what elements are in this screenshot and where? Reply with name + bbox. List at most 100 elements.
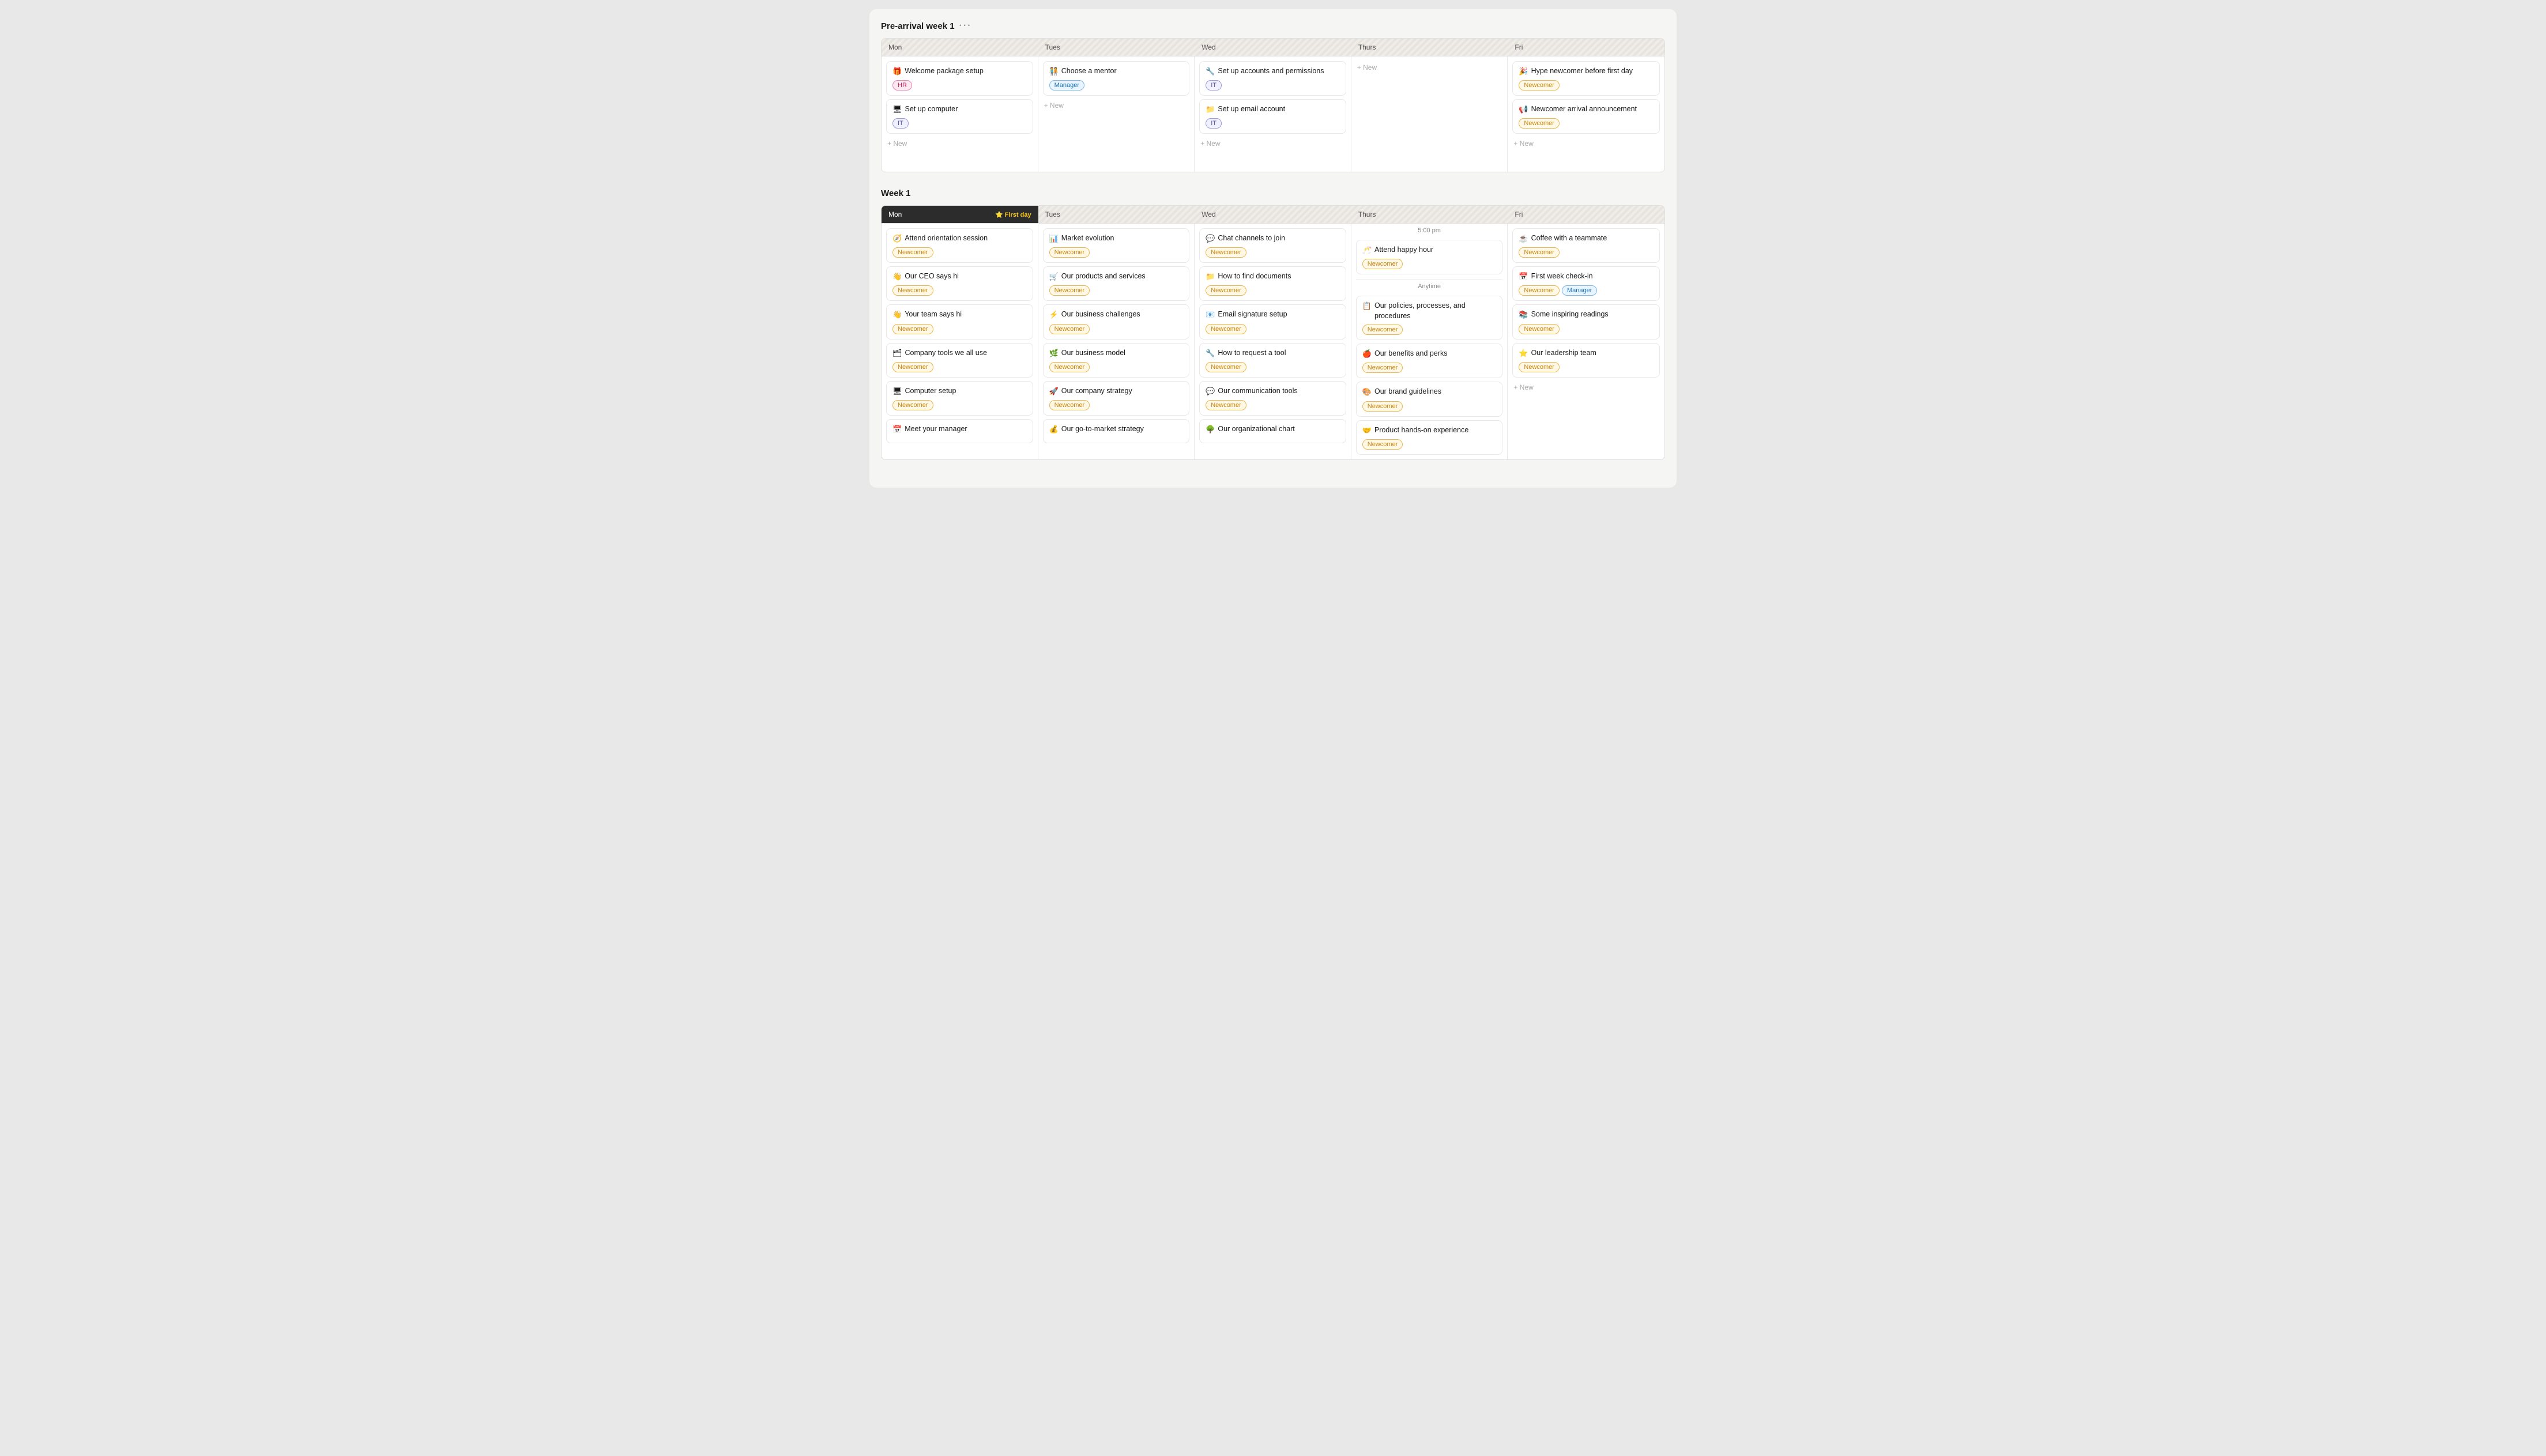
welcome-tags: HR	[892, 80, 1027, 90]
tag-manager[interactable]: Manager	[1049, 80, 1084, 90]
tag-newcomer[interactable]: Newcomer	[1049, 362, 1090, 372]
time-500pm: 5:00 pm	[1356, 224, 1503, 236]
tag-hr[interactable]: HR	[892, 80, 912, 90]
tag-newcomer[interactable]: Newcomer	[892, 285, 933, 296]
tag-newcomer[interactable]: Newcomer	[892, 247, 933, 258]
card-email-signature[interactable]: 📧 Email signature setup Newcomer	[1199, 304, 1346, 339]
tag-newcomer[interactable]: Newcomer	[1362, 401, 1403, 412]
card-hype-newcomer[interactable]: 🎉 Hype newcomer before first day Newcome…	[1512, 61, 1660, 96]
pre-arrival-thurs-new[interactable]: + New	[1356, 61, 1503, 74]
card-coffee-teammate[interactable]: ☕ Coffee with a teammate Newcomer	[1512, 228, 1660, 263]
products-services-title: Our products and services	[1061, 271, 1146, 282]
card-market-evolution[interactable]: 📊 Market evolution Newcomer	[1043, 228, 1190, 263]
tag-newcomer[interactable]: Newcomer	[892, 324, 933, 334]
choose-mentor-title: Choose a mentor	[1061, 66, 1117, 77]
card-business-challenges[interactable]: ⚡ Our business challenges Newcomer	[1043, 304, 1190, 339]
card-products-services[interactable]: 🛒 Our products and services Newcomer	[1043, 266, 1190, 301]
tag-newcomer[interactable]: Newcomer	[1362, 363, 1403, 373]
tag-newcomer[interactable]: Newcomer	[1049, 324, 1090, 334]
week1-section-title: Week 1	[881, 188, 1665, 198]
week1-fri-col: ☕ Coffee with a teammate Newcomer 📅 Firs…	[1508, 224, 1664, 459]
week1-title: Week 1	[881, 188, 910, 198]
tag-newcomer[interactable]: Newcomer	[1519, 362, 1560, 372]
tag-newcomer[interactable]: Newcomer	[1206, 324, 1246, 334]
tag-newcomer[interactable]: Newcomer	[1206, 362, 1246, 372]
product-hands-on-title: Product hands-on experience	[1374, 425, 1468, 436]
pre-arrival-tues-header: Tues	[1038, 39, 1195, 56]
pre-arrival-dots[interactable]: ···	[959, 21, 972, 31]
card-attend-orientation[interactable]: 🧭 Attend orientation session Newcomer	[886, 228, 1033, 263]
tag-newcomer[interactable]: Newcomer	[1049, 400, 1090, 410]
card-inspiring-readings[interactable]: 📚 Some inspiring readings Newcomer	[1512, 304, 1660, 339]
card-chat-channels[interactable]: 💬 Chat channels to join Newcomer	[1199, 228, 1346, 263]
card-company-strategy[interactable]: 🚀 Our company strategy Newcomer	[1043, 381, 1190, 416]
setup-computer-tags: IT	[892, 118, 1027, 129]
card-setup-accounts[interactable]: 🔧 Set up accounts and permissions IT	[1199, 61, 1346, 96]
pre-arrival-mon-new[interactable]: + New	[886, 137, 1033, 150]
card-company-tools[interactable]: 🗂 Company tools we all use Newcomer	[886, 343, 1033, 378]
tag-newcomer-arrival[interactable]: Newcomer	[1519, 118, 1560, 129]
tag-newcomer[interactable]: Newcomer	[892, 362, 933, 372]
card-first-week-checkin[interactable]: 📅 First week check-in Newcomer Manager	[1512, 266, 1660, 301]
tag-manager[interactable]: Manager	[1562, 285, 1597, 296]
tag-newcomer[interactable]: Newcomer	[1519, 285, 1560, 296]
card-go-to-market[interactable]: 💰 Our go-to-market strategy	[1043, 419, 1190, 443]
card-arrival-announcement[interactable]: 📢 Newcomer arrival announcement Newcomer	[1512, 99, 1660, 134]
card-product-hands-on[interactable]: 🤝 Product hands-on experience Newcomer	[1356, 420, 1503, 455]
setup-accounts-tags: IT	[1206, 80, 1340, 90]
pre-arrival-tues-new[interactable]: + New	[1043, 99, 1190, 112]
week1-fri-new[interactable]: + New	[1512, 381, 1660, 394]
tag-newcomer[interactable]: Newcomer	[1206, 247, 1246, 258]
happy-hour-title: Attend happy hour	[1374, 245, 1433, 255]
tag-newcomer[interactable]: Newcomer	[1049, 285, 1090, 296]
week1-thurs-col: 5:00 pm 🥂 Attend happy hour Newcomer Any…	[1351, 224, 1508, 459]
pre-arrival-fri-header: Fri	[1508, 39, 1664, 56]
card-setup-email[interactable]: 📁 Set up email account IT	[1199, 99, 1346, 134]
card-computer-setup[interactable]: 🖥 Computer setup Newcomer	[886, 381, 1033, 416]
arrival-announcement-title: Newcomer arrival announcement	[1531, 104, 1637, 115]
card-choose-mentor[interactable]: 🧑‍🤝‍🧑 Choose a mentor Manager	[1043, 61, 1190, 96]
card-ceo-says-hi[interactable]: 👋 Our CEO says hi Newcomer	[886, 266, 1033, 301]
tag-newcomer[interactable]: Newcomer	[1206, 285, 1246, 296]
tag-newcomer[interactable]: Newcomer	[1362, 439, 1403, 450]
card-business-model[interactable]: 🌿 Our business model Newcomer	[1043, 343, 1190, 378]
pre-arrival-section-title: Pre-arrival week 1 ···	[881, 21, 1665, 31]
card-happy-hour[interactable]: 🥂 Attend happy hour Newcomer	[1356, 240, 1503, 274]
card-policies[interactable]: 📋 Our policies, processes, and procedure…	[1356, 296, 1503, 340]
anytime-separator: Anytime	[1356, 279, 1503, 292]
card-meet-manager[interactable]: 📅 Meet your manager	[886, 419, 1033, 443]
tag-newcomer-hype[interactable]: Newcomer	[1519, 80, 1560, 90]
first-day-badge: ⭐ First day	[995, 211, 1031, 218]
tag-newcomer[interactable]: Newcomer	[1362, 325, 1403, 335]
card-find-documents[interactable]: 📁 How to find documents Newcomer	[1199, 266, 1346, 301]
org-chart-title: Our organizational chart	[1218, 424, 1294, 435]
week1-mon-header: Mon ⭐ First day	[882, 206, 1038, 224]
pre-arrival-wed-col: 🔧 Set up accounts and permissions IT 📁 S…	[1195, 56, 1351, 172]
pre-arrival-fri-new[interactable]: + New	[1512, 137, 1660, 150]
chat-channels-title: Chat channels to join	[1218, 233, 1285, 244]
card-welcome-package[interactable]: 🎁 Welcome package setup HR	[886, 61, 1033, 96]
tag-newcomer[interactable]: Newcomer	[1362, 259, 1403, 269]
coffee-teammate-title: Coffee with a teammate	[1531, 233, 1607, 244]
tag-it[interactable]: IT	[892, 118, 909, 129]
week1-grid: Mon ⭐ First day Tues Wed Thurs Fri 🧭 Att…	[881, 205, 1665, 460]
tag-it-email[interactable]: IT	[1206, 118, 1222, 129]
tag-newcomer[interactable]: Newcomer	[1519, 324, 1560, 334]
pre-arrival-title: Pre-arrival week 1	[881, 21, 955, 31]
card-team-says-hi[interactable]: 👋 Your team says hi Newcomer	[886, 304, 1033, 339]
card-benefits-perks[interactable]: 🍎 Our benefits and perks Newcomer	[1356, 344, 1503, 378]
tag-it-accounts[interactable]: IT	[1206, 80, 1222, 90]
card-communication-tools[interactable]: 💬 Our communication tools Newcomer	[1199, 381, 1346, 416]
card-org-chart[interactable]: 🌳 Our organizational chart	[1199, 419, 1346, 443]
pre-arrival-mon-header: Mon	[882, 39, 1038, 56]
card-brand-guidelines[interactable]: 🎨 Our brand guidelines Newcomer	[1356, 382, 1503, 416]
card-leadership-team[interactable]: ⭐ Our leadership team Newcomer	[1512, 343, 1660, 378]
tag-newcomer[interactable]: Newcomer	[1519, 247, 1560, 258]
card-setup-computer[interactable]: 🖥 Set up computer IT	[886, 99, 1033, 134]
tag-newcomer[interactable]: Newcomer	[1049, 247, 1090, 258]
pre-arrival-wed-new[interactable]: + New	[1199, 137, 1346, 150]
tag-newcomer[interactable]: Newcomer	[1206, 400, 1246, 410]
tag-newcomer[interactable]: Newcomer	[892, 400, 933, 410]
card-request-tool[interactable]: 🔧 How to request a tool Newcomer	[1199, 343, 1346, 378]
first-week-checkin-title: First week check-in	[1531, 271, 1593, 282]
